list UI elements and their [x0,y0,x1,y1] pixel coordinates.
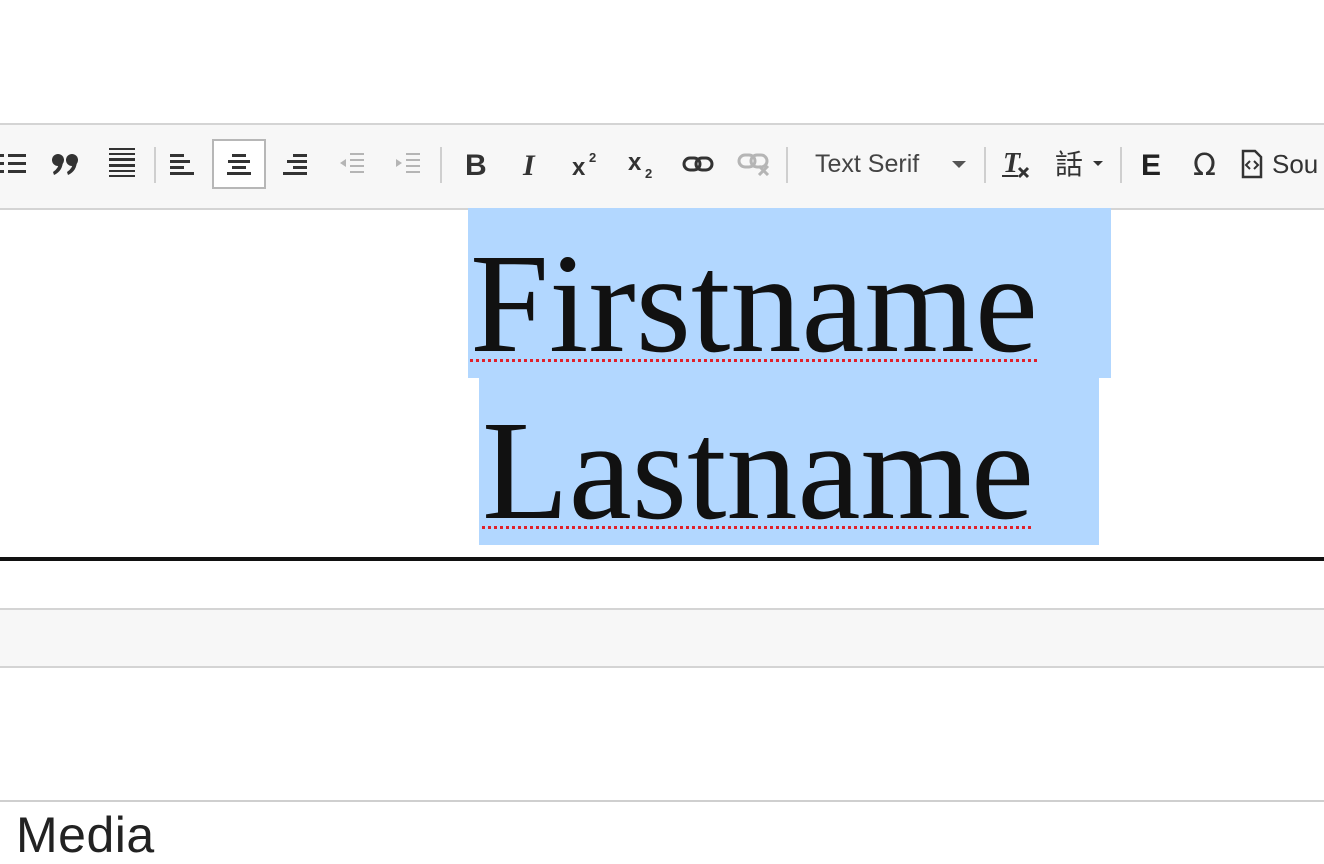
svg-text:話: 話 [1055,148,1083,180]
svg-text:T: T [1003,148,1022,179]
subscript-button[interactable]: x 2 [616,139,670,189]
remove-format-button[interactable]: T [990,139,1044,189]
toolbar-separator [984,147,986,183]
bold-button[interactable]: B [448,139,502,189]
bold-icon: B [465,150,486,178]
outdent-icon [340,153,364,173]
source-icon [1241,149,1263,179]
decrease-indent-button[interactable] [325,139,379,189]
superscript-icon: x 2 [572,150,596,178]
firstname-text[interactable]: Firstname [470,232,1038,374]
align-center-icon [227,154,251,175]
svg-text:B: B [465,150,486,178]
subscript-icon: x 2 [628,149,652,179]
omega-icon: Ω [1193,149,1216,179]
media-section-title: Media [16,807,155,863]
section-divider [0,800,1324,802]
align-center-button[interactable] [212,139,266,189]
link-icon [682,156,714,172]
svg-text:x: x [628,149,642,176]
svg-text:I: I [522,150,536,178]
editor-toolbar: B I x 2 x 2 Text Serif T 話 E Ω Sou [0,123,1324,210]
align-left-button[interactable] [156,139,210,189]
toolbar-separator [786,147,788,183]
special-character-button[interactable]: Ω [1180,139,1234,189]
chevron-down-icon [952,161,966,168]
lastname-text[interactable]: Lastname [482,399,1034,541]
align-right-icon [283,154,307,175]
toolbar-separator [1120,147,1122,183]
source-label: Sou [1272,148,1319,179]
unlink-button[interactable] [727,139,781,189]
language-button[interactable]: 話 [1052,139,1106,189]
secondary-toolbar [0,608,1324,668]
svg-text:x: x [572,154,586,178]
svg-text:Ω: Ω [1193,149,1216,179]
align-left-icon [170,154,194,175]
font-family-label: Text Serif [815,149,920,178]
indent-icon [396,153,420,173]
superscript-button[interactable]: x 2 [560,139,614,189]
justify-icon [109,148,135,177]
language-icon: 話 [1055,148,1103,180]
toolbar-separator [440,147,442,183]
emphasis-button[interactable]: E [1124,139,1178,189]
editor-bottom-border [0,557,1324,561]
italic-button[interactable]: I [504,139,558,189]
quote-icon [52,154,78,175]
increase-indent-button[interactable] [381,139,435,189]
align-right-button[interactable] [268,139,322,189]
remove-format-icon: T [1002,148,1030,179]
editor-content[interactable]: Firstname Lastname [0,208,1324,558]
justify-button[interactable] [95,139,149,189]
unlink-icon [737,153,770,176]
svg-text:2: 2 [645,166,652,179]
svg-text:2: 2 [589,150,596,165]
block-quote-button[interactable] [39,139,93,189]
source-button[interactable]: Sou [1240,139,1324,189]
italic-icon: I [522,150,536,178]
bulleted-list-button[interactable] [0,139,40,189]
font-family-dropdown[interactable]: Text Serif [800,139,980,189]
link-button[interactable] [671,139,725,189]
bulleted-list-icon [0,154,26,173]
svg-text:E: E [1141,150,1161,178]
emphasis-icon: E [1141,150,1161,178]
